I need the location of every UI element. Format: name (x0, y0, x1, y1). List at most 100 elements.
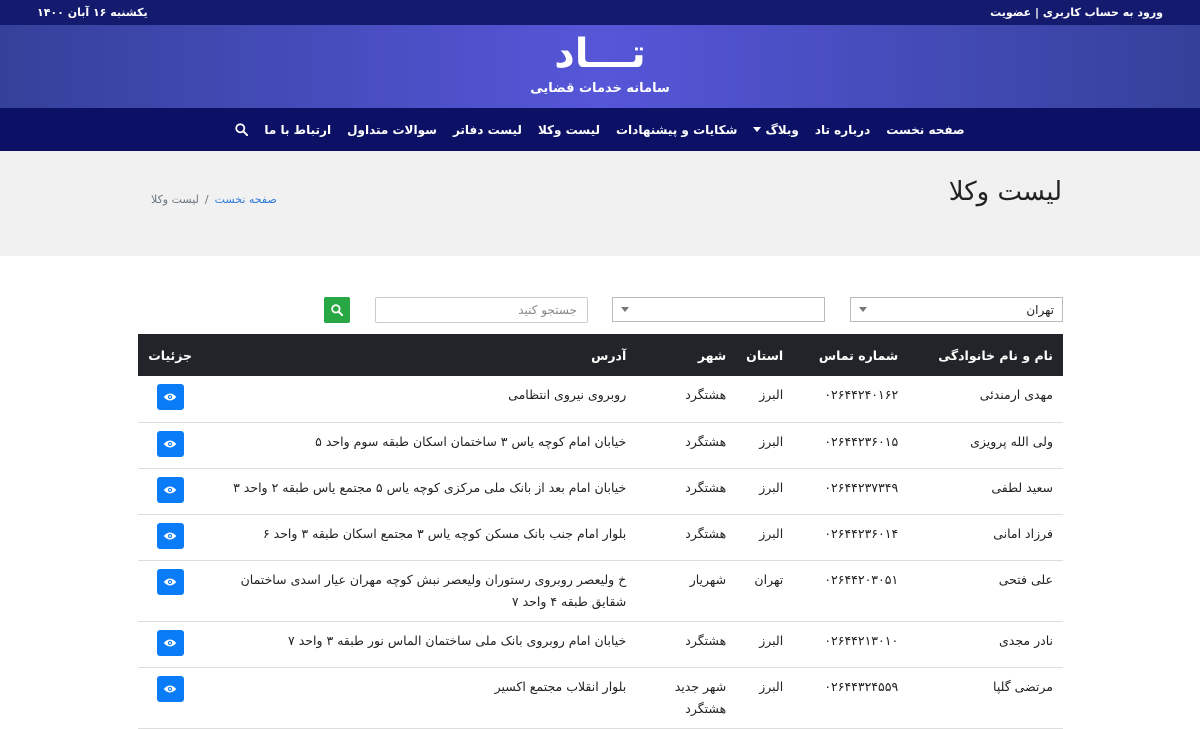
table-row: فرزاد امانی ۰۲۶۴۴۲۳۶۰۱۴ البرز هشتگرد بلوار ا… (138, 514, 1063, 561)
lawyer-address: بلوار انقلاب مجتمع اکسیر (202, 667, 637, 729)
details-cell (138, 560, 203, 622)
search-icon (331, 304, 343, 316)
lawyer-city: هشتگرد (636, 376, 737, 423)
details-cell (138, 468, 203, 515)
table-row: نادر مجدی ۰۲۶۴۴۲۱۳۰۱۰ البرز هشتگرد خیابان ام… (138, 621, 1063, 668)
lawyer-phone: ۰۲۶۴۴۲۰۳۰۵۱ (793, 560, 909, 622)
table-row: مرتضی گلپا ۰۲۶۴۴۳۲۴۵۵۹ البرز شهر جدید هشتگر… (138, 667, 1063, 729)
top-bar: ورود به حساب کاربری | عضویت یکشنبه ۱۶ آب… (0, 0, 1200, 25)
lawyer-name: علی فتحی (908, 560, 1063, 622)
view-details-button[interactable] (156, 675, 184, 702)
eye-icon (163, 685, 177, 692)
dropdown-arrow-icon (859, 307, 867, 312)
nav-item-blog[interactable]: وبلاگ (745, 123, 806, 137)
lawyer-province: البرز (736, 468, 794, 515)
lawyer-name: ولی الله پرویزی (908, 422, 1063, 469)
login-register-link[interactable]: ورود به حساب کاربری | عضویت (990, 6, 1163, 19)
lawyer-name: فرزاد امانی (908, 514, 1063, 561)
lawyer-city: هشتگرد (636, 514, 737, 561)
lawyer-phone: ۰۲۶۴۴۳۲۴۵۵۹ (793, 667, 909, 729)
nav-item-about[interactable]: درباره تاد (807, 123, 878, 137)
site-logo[interactable]: تـــاد (0, 25, 1200, 81)
nav-item-offices[interactable]: لیست دفاتر (445, 123, 530, 137)
lawyer-address: خیابان امام کوچه یاس ۳ ساختمان اسکان طبق… (202, 422, 637, 469)
table-row: ولی الله پرویزی ۰۲۶۴۴۲۳۶۰۱۵ البرز هشتگرد خیا… (138, 422, 1063, 469)
details-cell (138, 422, 203, 469)
search-button[interactable] (324, 297, 350, 323)
lawyer-city: هشتگرد (636, 422, 737, 469)
lawyer-phone: ۰۲۶۴۴۲۳۶۰۱۴ (793, 514, 909, 561)
header-details: جزئیات (148, 347, 193, 363)
lawyer-name: نادر مجدی (908, 621, 1063, 668)
view-details-button[interactable] (156, 384, 184, 410)
nav-item-faq[interactable]: سوالات متداول (339, 123, 445, 137)
nav-item-lawyers[interactable]: لیست وکلا (530, 123, 608, 137)
lawyer-province: البرز (736, 621, 794, 668)
eye-icon (163, 440, 177, 447)
lawyer-province: البرز (736, 422, 794, 469)
province-select[interactable]: تهران (850, 297, 1063, 322)
table-row: سعید لطفی ۰۲۶۴۴۲۳۷۳۴۹ البرز هشتگرد خیابان ام… (138, 468, 1063, 515)
lawyer-name: سعید لطفی (908, 468, 1063, 515)
chevron-down-icon (753, 127, 762, 132)
current-date: یکشنبه ۱۶ آبان ۱۴۰۰ (37, 6, 148, 19)
lawyer-city: هشتگرد (636, 468, 737, 515)
search-input-placeholder: جستجو کنید (518, 303, 577, 317)
details-cell (138, 514, 203, 561)
details-cell (138, 667, 203, 729)
header-address: آدرس (591, 347, 627, 363)
lawyer-province: تهران (736, 560, 794, 622)
lawyers-table: نام و نام خانوادگی شماره تماس استان شهر … (138, 334, 1063, 729)
view-details-button[interactable] (156, 568, 184, 595)
eye-icon (163, 532, 177, 539)
lawyer-address: خیابان امام بعد از بانک ملی مرکزی کوچه ی… (202, 468, 637, 515)
table-row: مهدی ارمندئی ۰۲۶۴۴۲۴۰۱۶۲ البرز هشتگرد روبروی… (138, 376, 1063, 423)
city-select[interactable] (612, 297, 825, 322)
view-details-button[interactable] (156, 522, 184, 549)
header-phone: شماره تماس (818, 347, 899, 363)
view-details-button[interactable] (156, 430, 184, 457)
lawyer-phone: ۰۲۶۴۴۲۱۳۰۱۰ (793, 621, 909, 668)
nav-item-complaints[interactable]: شکایات و پیشنهادات (608, 123, 745, 137)
site-header: تـــاد سامانه خدمات قضایی (0, 25, 1200, 108)
lawyer-province: البرز (736, 376, 794, 423)
search-icon (235, 123, 249, 136)
page-banner: لیست وکلا صفحه نخست / لیست وکلا (0, 151, 1200, 256)
lawyer-name: مرتضی گلپا (908, 667, 1063, 729)
details-cell (138, 621, 203, 668)
nav-item-home[interactable]: صفحه نخست (878, 123, 972, 137)
lawyer-address: روبروی نیروی انتظامی (202, 376, 637, 423)
page-title: لیست وکلا (948, 177, 1062, 207)
table-row: علی فتحی ۰۲۶۴۴۲۰۳۰۵۱ تهران شهریار خ ولیعصر ر… (138, 560, 1063, 622)
lawyer-phone: ۰۲۶۴۴۲۳۶۰۱۵ (793, 422, 909, 469)
header-city: شهر (697, 347, 727, 363)
breadcrumb-separator: / (204, 193, 209, 206)
header-province: استان (746, 347, 784, 363)
table-header-row: نام و نام خانوادگی شماره تماس استان شهر … (138, 334, 1063, 376)
site-tagline: سامانه خدمات قضایی (530, 81, 670, 96)
lawyer-province: البرز (736, 667, 794, 729)
details-cell (138, 376, 203, 423)
lawyer-city: هشتگرد (636, 621, 737, 668)
main-nav: صفحه نخست درباره تاد وبلاگ شکایات و پیشن… (0, 108, 1200, 151)
lawyer-phone: ۰۲۶۴۴۲۴۰۱۶۲ (793, 376, 909, 423)
eye-icon (163, 486, 177, 493)
eye-icon (163, 578, 177, 585)
view-details-button[interactable] (156, 476, 184, 503)
lawyer-province: البرز (736, 514, 794, 561)
breadcrumb-home-link[interactable]: صفحه نخست (215, 193, 277, 206)
province-select-value: تهران (1026, 302, 1054, 317)
lawyer-name: مهدی ارمندئی (908, 376, 1063, 423)
breadcrumb-current: لیست وکلا (151, 193, 199, 206)
lawyer-phone: ۰۲۶۴۴۲۳۷۳۴۹ (793, 468, 909, 515)
search-input[interactable]: جستجو کنید (375, 297, 588, 323)
lawyer-city: شهر جدید هشتگرد (636, 667, 737, 729)
nav-item-contact[interactable]: ارتباط با ما (256, 123, 339, 137)
view-details-button[interactable] (156, 629, 184, 656)
filter-bar: تهران جستجو کنید (0, 297, 1200, 323)
eye-icon (163, 639, 177, 646)
header-name: نام و نام خانوادگی (938, 347, 1053, 363)
dropdown-arrow-icon (621, 307, 629, 312)
nav-search-button[interactable] (227, 123, 256, 136)
breadcrumb: صفحه نخست / لیست وکلا (151, 193, 277, 206)
